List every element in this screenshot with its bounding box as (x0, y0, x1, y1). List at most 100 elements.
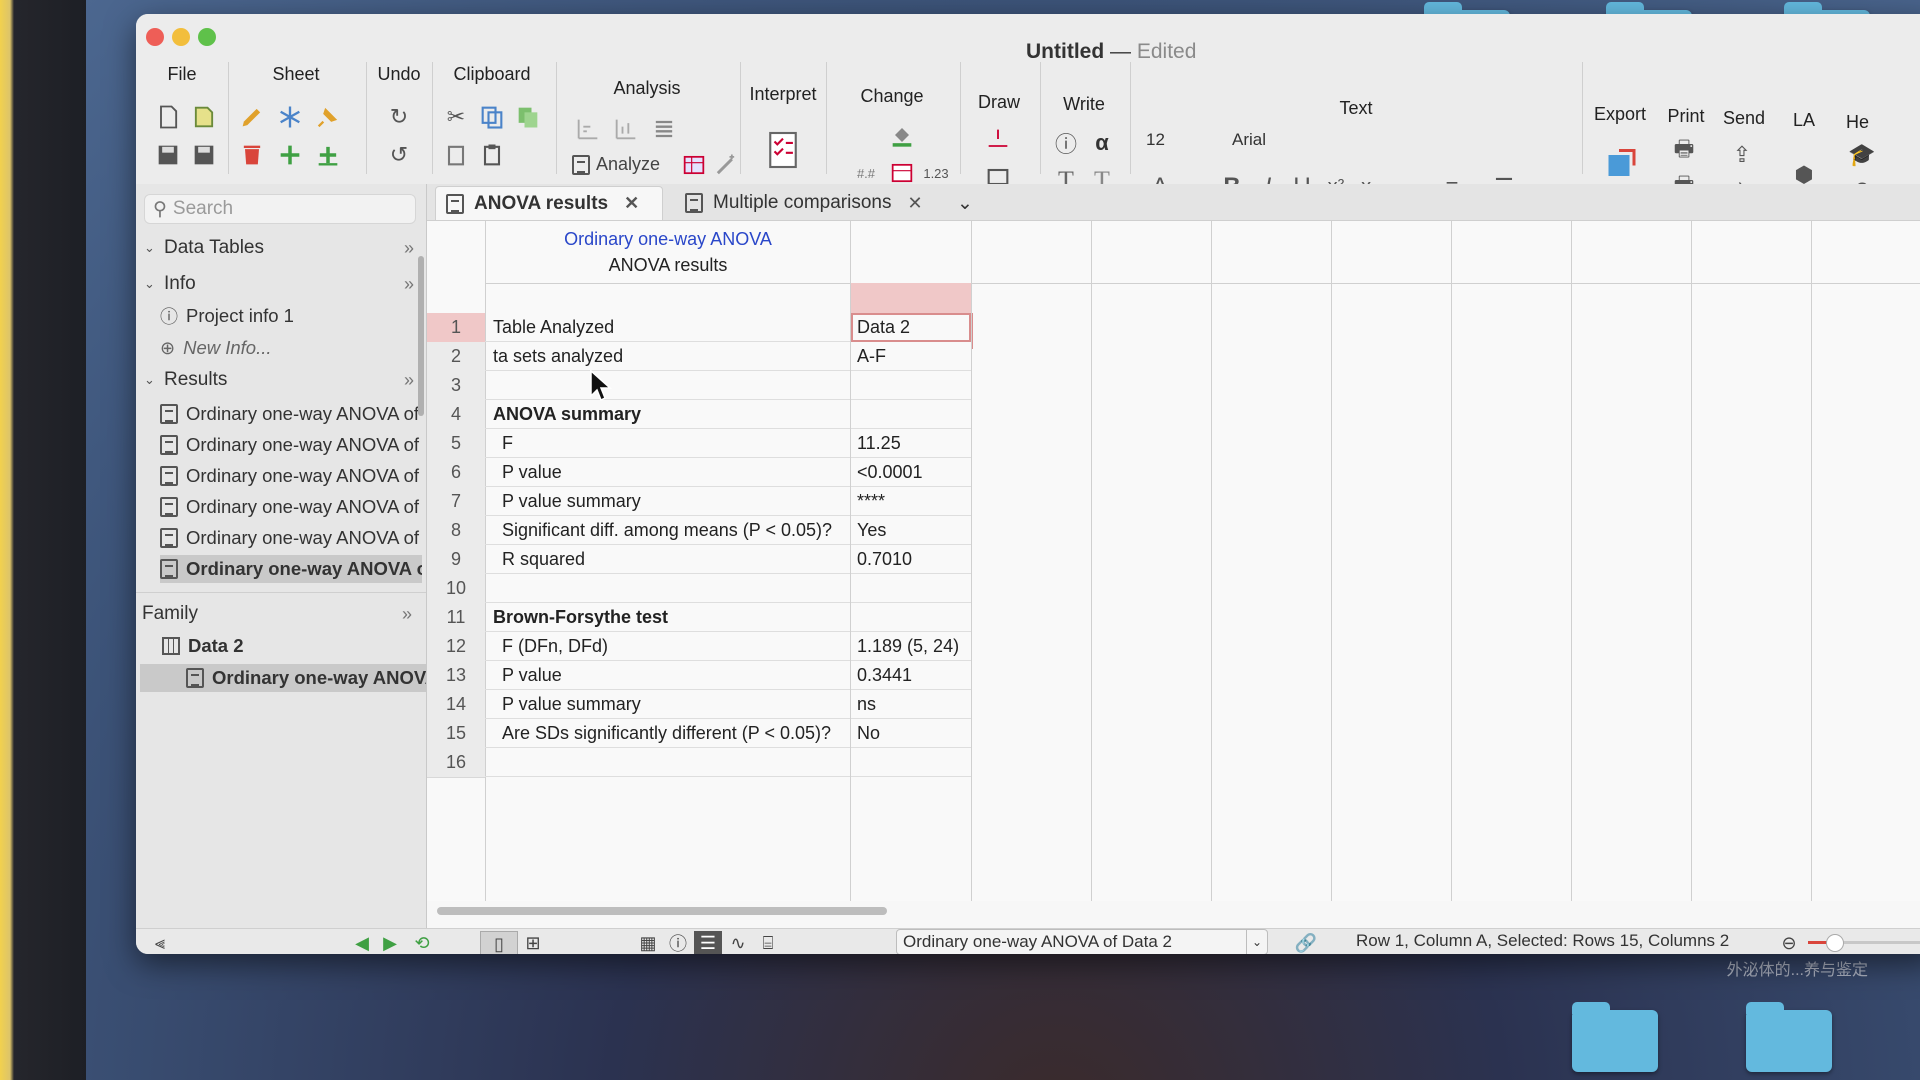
paste-special-icon[interactable] (476, 140, 508, 170)
row-number[interactable]: 16 (427, 748, 485, 778)
expand-more-icon[interactable]: » (404, 370, 414, 391)
row-value-cell[interactable]: <0.0001 (851, 458, 971, 487)
learn-icon[interactable]: 🎓 (1846, 140, 1878, 170)
row-label-cell[interactable]: ANOVA summary (485, 400, 850, 429)
row-value-cell[interactable] (851, 400, 971, 429)
row-number[interactable]: 1 (427, 313, 485, 343)
link-icon[interactable]: 🔗 (1286, 931, 1326, 954)
data-table-view-icon[interactable]: ▦ (634, 931, 662, 954)
row-label-cell[interactable]: P value (485, 661, 850, 690)
delete-sheet-icon[interactable] (236, 140, 268, 170)
row-value-cell[interactable] (851, 748, 971, 777)
row-value-cell[interactable] (851, 603, 971, 632)
row-label-cell[interactable] (485, 371, 850, 400)
zoom-slider-thumb[interactable] (1826, 934, 1844, 952)
zoom-slider[interactable] (1808, 934, 1920, 952)
search-input[interactable]: ⚲ Search (144, 194, 416, 224)
next-sheet-icon[interactable]: ▶ (378, 931, 402, 954)
row-label-cell[interactable]: F (DFn, DFd) (485, 632, 850, 661)
pin-icon[interactable] (312, 102, 344, 132)
row-value-cell[interactable]: **** (851, 487, 971, 516)
close-window-button[interactable] (146, 28, 164, 46)
go-to-sheet-icon[interactable]: ⟲ (410, 931, 434, 954)
row-label-cell[interactable]: Significant diff. among means (P < 0.05)… (485, 516, 850, 545)
row-value-cell[interactable]: 0.3441 (851, 661, 971, 690)
sidebar-item-project-info[interactable]: ⓘ Project info 1 (160, 302, 422, 330)
row-value-cell[interactable]: 0.7010 (851, 545, 971, 574)
row-label-cell[interactable] (485, 748, 850, 777)
row-number[interactable]: 5 (427, 429, 485, 459)
layout-view-icon[interactable]: ⌸ (754, 931, 782, 954)
sidebar-item-result[interactable]: Ordinary one-way ANOVA of Dat (160, 400, 422, 428)
zoom-out-icon[interactable]: ⊖ (1776, 931, 1802, 954)
section-results[interactable]: ⌄ Results » (144, 366, 416, 394)
tab-overflow-chevron-icon[interactable]: ⌄ (947, 186, 977, 220)
section-data-tables[interactable]: ⌄ Data Tables » (144, 234, 416, 262)
row-value-cell[interactable]: No (851, 719, 971, 748)
row-number[interactable]: 6 (427, 458, 485, 488)
share-icon[interactable]: ⇪ (1726, 140, 1758, 170)
copy-icon[interactable] (476, 102, 508, 132)
results-view-icon[interactable]: ☰ (694, 931, 722, 954)
export-icon[interactable] (1602, 144, 1642, 184)
row-number[interactable]: 7 (427, 487, 485, 517)
fill-color-icon[interactable] (886, 120, 918, 150)
greek-alpha-icon[interactable]: α (1086, 128, 1118, 158)
row-value-cell[interactable]: 11.25 (851, 429, 971, 458)
sidebar-item-result[interactable]: Ordinary one-way ANOVA of Dat (160, 431, 422, 459)
single-sheet-view-icon[interactable]: ▯ (480, 931, 518, 954)
sidebar-item-result[interactable]: Ordinary one-way ANOVA of Dat (160, 524, 422, 552)
draw-line-icon[interactable] (982, 124, 1014, 154)
row-value-cell[interactable]: A-F (851, 342, 971, 371)
family-item-analysis[interactable]: Ordinary one-way ANOVA (140, 664, 426, 692)
row-value-cell[interactable]: Data 2 (851, 313, 971, 342)
row-number[interactable]: 14 (427, 690, 485, 720)
toggle-navigator-icon[interactable]: ⫷ (148, 931, 172, 954)
row-value-cell[interactable]: Yes (851, 516, 971, 545)
row-number[interactable]: 15 (427, 719, 485, 749)
info-view-icon[interactable]: ⓘ (664, 931, 692, 954)
table-format-icon[interactable] (572, 114, 604, 144)
copy-special-icon[interactable] (512, 102, 544, 132)
close-tab-icon[interactable]: ✕ (907, 193, 922, 214)
analysis-title[interactable]: Ordinary one-way ANOVA (485, 229, 851, 250)
color-table-icon[interactable] (678, 150, 710, 180)
row-label-cell[interactable]: F (485, 429, 850, 458)
save-icon[interactable] (152, 140, 184, 170)
row-label-cell[interactable]: Table Analyzed (485, 313, 850, 342)
row-number[interactable]: 12 (427, 632, 485, 662)
row-label-cell[interactable]: P value (485, 458, 850, 487)
magic-wand-icon[interactable] (710, 150, 742, 180)
row-label-cell[interactable]: P value summary (485, 487, 850, 516)
checklist-icon[interactable] (764, 128, 802, 172)
expand-more-icon[interactable]: » (404, 238, 414, 259)
desktop-folder-icon[interactable] (1572, 1002, 1658, 1072)
row-number[interactable]: 4 (427, 400, 485, 430)
row-number[interactable]: 8 (427, 516, 485, 546)
info-text-icon[interactable]: ⓘ (1050, 128, 1082, 158)
tab-multiple-comparisons[interactable]: Multiple comparisons ✕ (675, 186, 945, 220)
row-label-cell[interactable]: Are SDs significantly different (P < 0.0… (485, 719, 850, 748)
row-label-cell[interactable]: R squared (485, 545, 850, 574)
horizontal-scrollbar[interactable] (437, 907, 887, 915)
analyze-button[interactable]: Analyze (572, 154, 660, 175)
results-list-icon[interactable] (648, 114, 680, 144)
desktop-folder-icon[interactable] (1746, 1002, 1832, 1072)
row-label-cell[interactable]: ta sets analyzed (485, 342, 850, 371)
add-column-icon[interactable] (312, 140, 344, 170)
sidebar-item-new-info[interactable]: ⊕ New Info... (160, 334, 422, 362)
row-number[interactable]: 13 (427, 661, 485, 691)
redo-icon[interactable]: ↻ (383, 102, 415, 132)
sidebar-item-result-selected[interactable]: Ordinary one-way ANOVA of Da (160, 555, 422, 583)
row-label-cell[interactable] (485, 574, 850, 603)
row-number[interactable]: 3 (427, 371, 485, 401)
graph-view-icon[interactable]: ∿ (724, 931, 752, 954)
cut-icon[interactable]: ✂ (440, 102, 472, 132)
family-item-data-table[interactable]: Data 2 (162, 632, 424, 660)
row-number[interactable]: 11 (427, 603, 485, 633)
row-number[interactable]: 9 (427, 545, 485, 575)
paste-icon[interactable] (440, 140, 472, 170)
pencil-icon[interactable] (236, 102, 268, 132)
tab-anova-results[interactable]: ANOVA results ✕ (435, 186, 663, 220)
row-label-cell[interactable]: Brown-Forsythe test (485, 603, 850, 632)
